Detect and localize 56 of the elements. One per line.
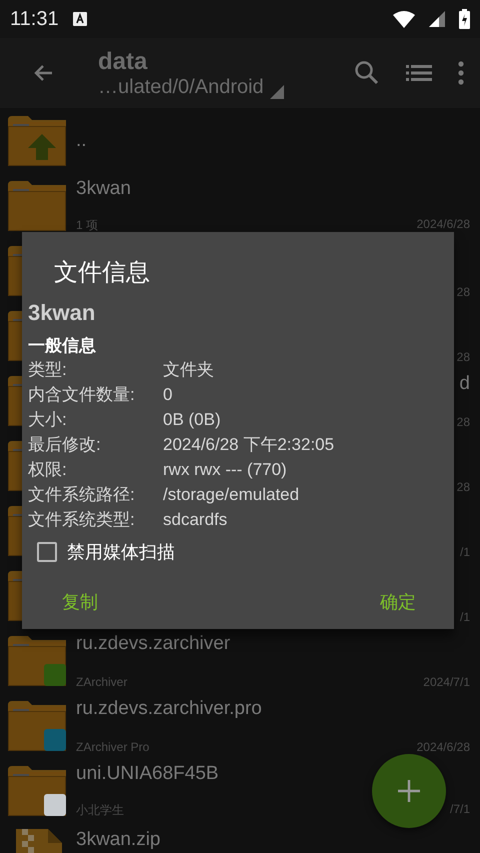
status-time: 11:31: [10, 8, 59, 30]
date-label: 28: [456, 350, 470, 364]
folder-icon: [8, 700, 66, 750]
wifi-icon: [393, 10, 415, 28]
file-name[interactable]: 3kwan.zip: [76, 829, 470, 851]
field-value: sdcardfs: [163, 509, 228, 531]
plus-icon: [398, 780, 420, 802]
field-label: 类型:: [28, 359, 68, 381]
keyboard-notification-icon: [72, 12, 87, 26]
folder-name[interactable]: ru.zdevs.zarchiver: [76, 632, 470, 654]
dialog-title: 文件信息: [54, 258, 150, 288]
date-label: /1: [460, 544, 470, 558]
folder-name[interactable]: ru.zdevs.zarchiver.pro: [76, 698, 470, 720]
date-label: 2024/6/28: [416, 740, 470, 754]
field-value: 文件夹: [163, 359, 215, 381]
field-label: 文件系统路径:: [28, 484, 136, 506]
date-label: 28: [456, 480, 470, 494]
folder-subtitle: ZArchiver Pro: [76, 740, 150, 754]
file-name: 3kwan: [28, 300, 96, 326]
field-value: rwx rwx --- (770): [163, 459, 288, 481]
date-label: 2024/7/1: [423, 674, 470, 688]
date-label: /7/1: [450, 802, 470, 818]
parent-folder-label[interactable]: ..: [76, 130, 470, 152]
dropdown-corner-icon[interactable]: [270, 84, 284, 98]
field-label: 内含文件数量:: [28, 384, 136, 406]
field-label: 最后修改:: [28, 434, 102, 456]
field-label: 大小:: [28, 409, 68, 431]
folder-icon: [8, 636, 66, 686]
field-label: 文件系统类型:: [28, 509, 136, 531]
media-scan-checkbox[interactable]: 禁用媒体扫描: [37, 540, 175, 564]
battery-icon: [459, 9, 470, 29]
folder-icon: [8, 116, 66, 166]
copy-button[interactable]: 复制: [48, 584, 112, 620]
field-value: 0B (0B): [163, 409, 222, 431]
date-label: 28: [456, 284, 470, 298]
date-label: /1: [460, 610, 470, 624]
folder-subtitle: 小北学生: [76, 802, 124, 818]
folder-title: data: [98, 48, 148, 76]
folder-subtitle: 1 项: [76, 216, 98, 234]
folder-name[interactable]: 3kwan: [76, 178, 470, 200]
field-label: 权限:: [28, 459, 68, 481]
section-heading: 一般信息: [28, 335, 96, 357]
search-icon: [354, 60, 380, 86]
ok-button[interactable]: 确定: [366, 584, 430, 620]
list-icon: [406, 64, 432, 82]
field-value: 0: [163, 384, 174, 406]
folder-icon: [8, 766, 66, 816]
date-label: 2024/6/28: [416, 216, 470, 232]
folder-subtitle: ZArchiver: [76, 674, 128, 688]
field-value: /storage/emulated: [163, 484, 300, 506]
folder-name[interactable]: uni.UNIA68F45B: [76, 762, 470, 784]
field-value: 2024/6/28 下午2:32:05: [163, 434, 336, 456]
more-icon: [458, 61, 464, 85]
date-label: 28: [456, 414, 470, 428]
signal-icon: [429, 11, 445, 27]
path-label[interactable]: …ulated/0/Android: [98, 76, 264, 98]
